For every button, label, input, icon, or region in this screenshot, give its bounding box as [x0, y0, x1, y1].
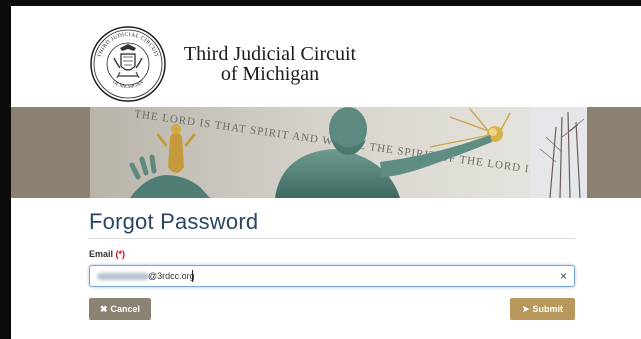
window-left-edge — [0, 0, 11, 339]
cancel-button-label: Cancel — [110, 304, 141, 314]
text-caret — [192, 270, 193, 282]
page-title: Forgot Password — [89, 209, 259, 234]
email-label-text: Email — [89, 249, 114, 259]
close-icon: ✖ — [99, 303, 108, 314]
clear-icon[interactable]: × — [560, 269, 567, 283]
site-title-line1: Third Judicial Circuit — [183, 43, 357, 65]
site-title-line2: of Michigan — [220, 63, 320, 85]
site-header: THIRD JUDICIAL CIRCUIT OF MICHIGAN Third… — [11, 6, 641, 107]
required-marker: (*) — [115, 249, 126, 259]
email-field[interactable]: @3rdcc.org × — [89, 265, 575, 287]
email-label: Email (*) — [89, 249, 125, 259]
site-title: Third Judicial Circuit of Michigan — [175, 44, 365, 84]
hero-banner: THE LORD IS THAT SPIRIT AND WHERE THE SP… — [11, 107, 641, 198]
email-value: @3rdcc.org — [148, 271, 195, 281]
title-divider — [89, 238, 575, 239]
submit-button-label: Submit — [532, 304, 564, 314]
spirit-of-detroit-photo: THE LORD IS THAT SPIRIT AND WHERE THE SP… — [90, 107, 587, 198]
email-redacted-username — [97, 273, 149, 280]
cancel-button[interactable]: ✖ Cancel — [89, 298, 151, 320]
paper-plane-icon: ➤ — [521, 303, 530, 314]
submit-button[interactable]: ➤ Submit — [510, 298, 575, 320]
court-seal-icon: THIRD JUDICIAL CIRCUIT OF MICHIGAN — [88, 24, 168, 104]
